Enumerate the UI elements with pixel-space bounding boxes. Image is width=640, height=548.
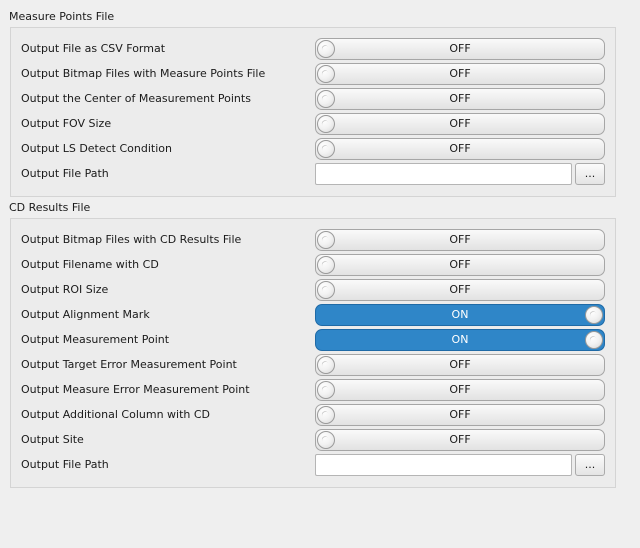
setting-row-alignment-mark: Output Alignment Mark ON bbox=[21, 304, 605, 326]
toggle-state-text: OFF bbox=[449, 358, 471, 371]
toggle-state-text: OFF bbox=[449, 117, 471, 130]
center-measurement-points-toggle[interactable]: OFF bbox=[315, 88, 605, 110]
bitmap-cd-results-toggle[interactable]: OFF bbox=[315, 229, 605, 251]
site-toggle[interactable]: OFF bbox=[315, 429, 605, 451]
setting-label: Output Measure Error Measurement Point bbox=[21, 383, 250, 396]
measure-points-browse-button[interactable]: ... bbox=[575, 163, 605, 185]
cd-results-group-title: CD Results File bbox=[9, 201, 91, 214]
measure-points-group-title: Measure Points File bbox=[9, 10, 115, 23]
setting-label: Output File Path bbox=[21, 458, 109, 471]
setting-label: Output File Path bbox=[21, 167, 109, 180]
setting-row-csv-format: Output File as CSV Format OFF bbox=[21, 38, 605, 60]
setting-row-bitmap-measure-points: Output Bitmap Files with Measure Points … bbox=[21, 63, 605, 85]
target-error-toggle[interactable]: OFF bbox=[315, 354, 605, 376]
toggle-state-text: ON bbox=[451, 333, 469, 346]
setting-label: Output ROI Size bbox=[21, 283, 109, 296]
setting-label: Output Bitmap Files with CD Results File bbox=[21, 233, 242, 246]
csv-format-toggle[interactable]: OFF bbox=[315, 38, 605, 60]
toggle-state-text: OFF bbox=[449, 408, 471, 421]
setting-row-output-file-path: Output File Path ... bbox=[21, 454, 605, 476]
setting-label: Output Bitmap Files with Measure Points … bbox=[21, 67, 266, 80]
setting-row-target-error: Output Target Error Measurement Point OF… bbox=[21, 354, 605, 376]
toggle-state-text: OFF bbox=[449, 258, 471, 271]
toggle-state-text: OFF bbox=[449, 433, 471, 446]
setting-row-fov-size: Output FOV Size OFF bbox=[21, 113, 605, 135]
setting-row-measurement-point: Output Measurement Point ON bbox=[21, 329, 605, 351]
setting-label: Output FOV Size bbox=[21, 117, 112, 130]
alignment-mark-toggle[interactable]: ON bbox=[315, 304, 605, 326]
setting-row-center-measurement-points: Output the Center of Measurement Points … bbox=[21, 88, 605, 110]
toggle-state-text: OFF bbox=[449, 142, 471, 155]
setting-label: Output Measurement Point bbox=[21, 333, 170, 346]
measure-points-group: Output File as CSV Format OFF Output Bit… bbox=[10, 27, 616, 197]
measure-error-toggle[interactable]: OFF bbox=[315, 379, 605, 401]
setting-row-roi-size: Output ROI Size OFF bbox=[21, 279, 605, 301]
toggle-state-text: OFF bbox=[449, 92, 471, 105]
ls-detect-condition-toggle[interactable]: OFF bbox=[315, 138, 605, 160]
setting-row-bitmap-cd-results: Output Bitmap Files with CD Results File… bbox=[21, 229, 605, 251]
measure-points-file-path-input[interactable] bbox=[315, 163, 572, 185]
setting-row-additional-column: Output Additional Column with CD OFF bbox=[21, 404, 605, 426]
setting-label: Output Additional Column with CD bbox=[21, 408, 211, 421]
bitmap-measure-points-toggle[interactable]: OFF bbox=[315, 63, 605, 85]
setting-row-ls-detect-condition: Output LS Detect Condition OFF bbox=[21, 138, 605, 160]
setting-label: Output Site bbox=[21, 433, 84, 446]
toggle-state-text: OFF bbox=[449, 383, 471, 396]
setting-label: Output File as CSV Format bbox=[21, 42, 166, 55]
toggle-state-text: OFF bbox=[449, 42, 471, 55]
setting-label: Output the Center of Measurement Points bbox=[21, 92, 251, 105]
filename-with-cd-toggle[interactable]: OFF bbox=[315, 254, 605, 276]
toggle-state-text: OFF bbox=[449, 67, 471, 80]
setting-label: Output Filename with CD bbox=[21, 258, 159, 271]
toggle-state-text: OFF bbox=[449, 233, 471, 246]
measurement-point-toggle[interactable]: ON bbox=[315, 329, 605, 351]
toggle-state-text: OFF bbox=[449, 283, 471, 296]
setting-row-site: Output Site OFF bbox=[21, 429, 605, 451]
cd-results-file-path-input[interactable] bbox=[315, 454, 572, 476]
additional-column-toggle[interactable]: OFF bbox=[315, 404, 605, 426]
setting-label: Output Target Error Measurement Point bbox=[21, 358, 237, 371]
cd-results-browse-button[interactable]: ... bbox=[575, 454, 605, 476]
setting-label: Output Alignment Mark bbox=[21, 308, 150, 321]
setting-row-output-file-path: Output File Path ... bbox=[21, 163, 605, 185]
setting-row-measure-error: Output Measure Error Measurement Point O… bbox=[21, 379, 605, 401]
toggle-state-text: ON bbox=[451, 308, 469, 321]
setting-label: Output LS Detect Condition bbox=[21, 142, 172, 155]
roi-size-toggle[interactable]: OFF bbox=[315, 279, 605, 301]
cd-results-group: Output Bitmap Files with CD Results File… bbox=[10, 218, 616, 488]
fov-size-toggle[interactable]: OFF bbox=[315, 113, 605, 135]
setting-row-filename-with-cd: Output Filename with CD OFF bbox=[21, 254, 605, 276]
